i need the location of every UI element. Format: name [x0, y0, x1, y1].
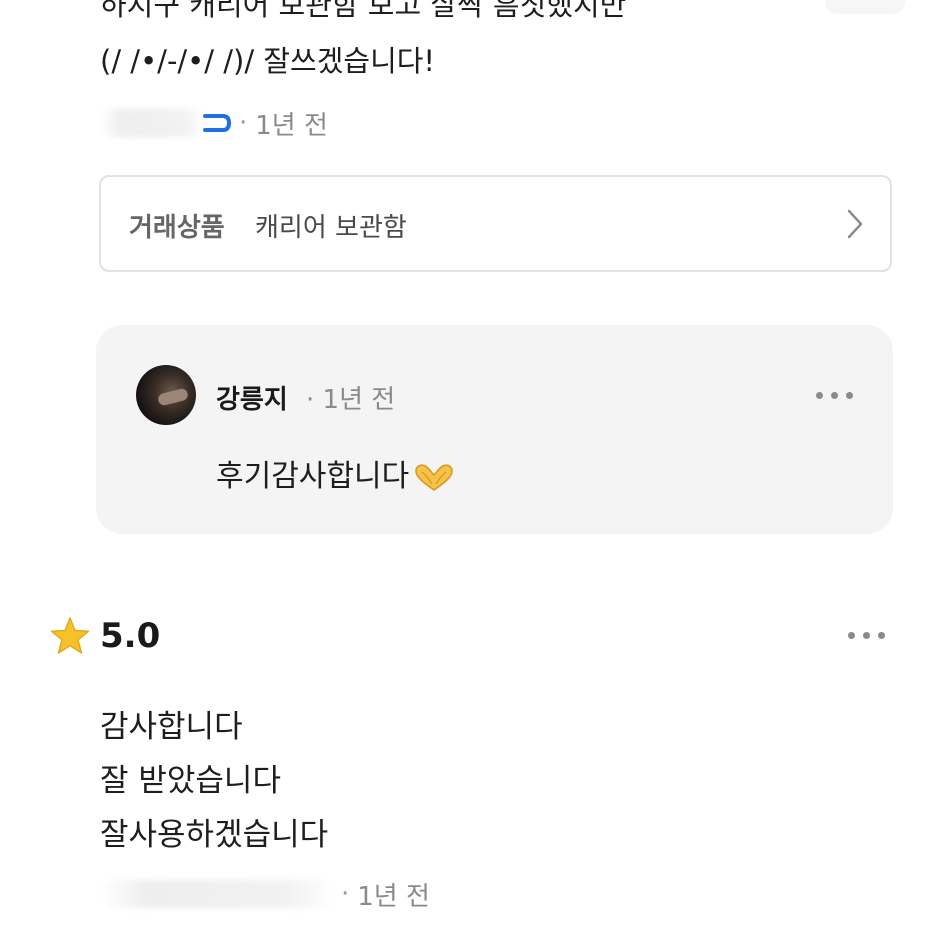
rating-value: 5.0: [100, 616, 161, 656]
reply-time: · 1년 전: [306, 385, 396, 415]
review-meta: · 1년 전: [100, 106, 328, 141]
top-right-button-edge: [825, 0, 905, 14]
review-time: 1년 전: [255, 110, 328, 141]
blurred-username: [100, 880, 335, 908]
avatar[interactable]: [136, 365, 196, 425]
meta-separator: ·: [341, 879, 350, 909]
review-rating: 5.0: [50, 613, 160, 659]
more-dots-icon[interactable]: [816, 392, 853, 399]
more-dots-icon[interactable]: [848, 632, 885, 639]
review-meta: · 1년 전: [100, 877, 430, 912]
review-time: 1년 전: [357, 881, 430, 912]
review-text-line: 감사합니다: [100, 709, 243, 745]
blurred-username: [100, 109, 205, 137]
chevron-right-icon: [847, 209, 863, 239]
reply-text: 후기감사합니다: [216, 451, 456, 495]
traded-product-card[interactable]: 거래상품 캐리어 보관함: [99, 175, 892, 272]
avatar-photo-detail: [156, 387, 190, 407]
traded-product-label: 거래상품: [129, 213, 225, 243]
username-tail: [203, 114, 232, 132]
seller-reply: 강릉지 · 1년 전 후기감사합니다: [96, 325, 893, 534]
star-icon: [50, 617, 90, 654]
heart-hands-emoji: [415, 463, 454, 491]
reply-author-name[interactable]: 강릉지: [216, 379, 288, 416]
review-text-line-cut: 하지구 캐리어 보관함 보고 살짝 흠칫했지만: [100, 0, 627, 22]
traded-product-name: 캐리어 보관함: [255, 213, 407, 243]
meta-separator: ·: [239, 108, 248, 138]
review-text-line: (/ /•/-/•/ /)/ 잘쓰겠습니다!: [100, 44, 436, 78]
review-text-line: 잘 받았습니다: [100, 763, 281, 799]
reply-message: 후기감사합니다: [216, 459, 410, 494]
review-text-line: 잘사용하겠습니다: [100, 817, 329, 853]
